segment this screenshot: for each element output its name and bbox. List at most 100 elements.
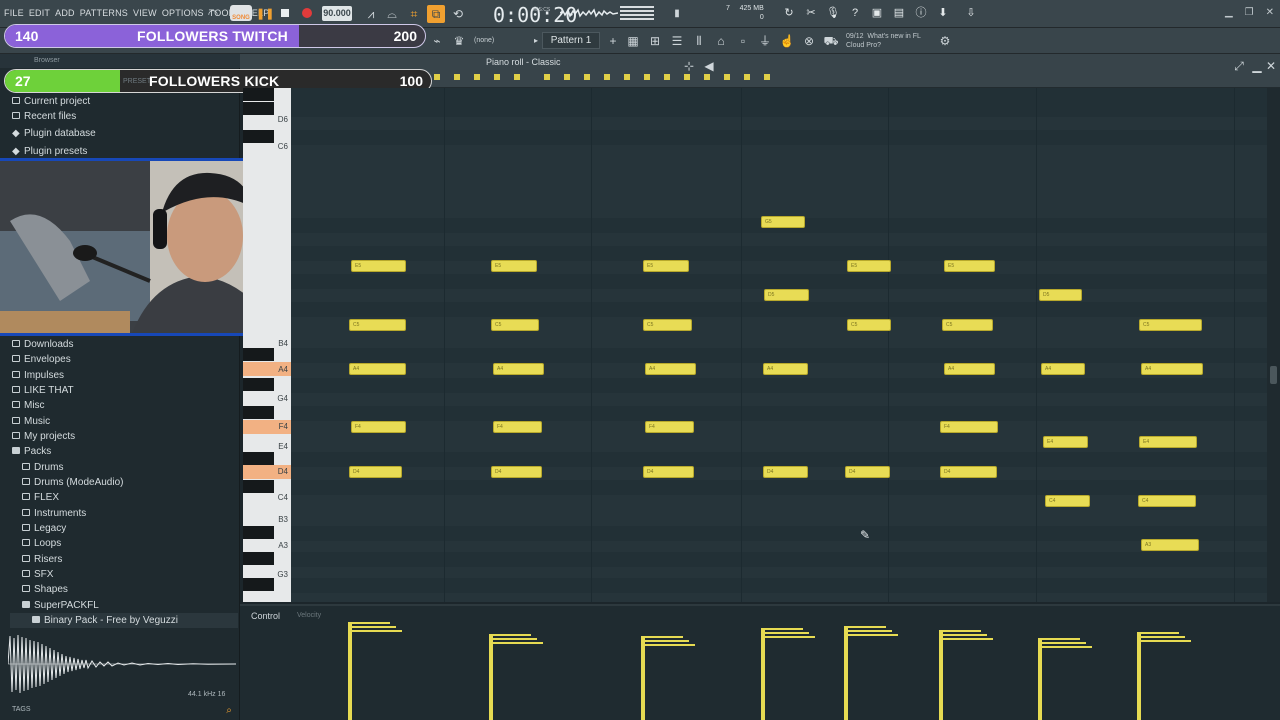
browser-item-loops[interactable]: Loops: [22, 536, 61, 551]
black-key[interactable]: [243, 452, 274, 465]
velocity-bar[interactable]: [939, 630, 943, 720]
browser-item-plugin-presets[interactable]: ◆ Plugin presets: [12, 144, 87, 159]
note-a4[interactable]: A4: [944, 363, 995, 375]
control-lane[interactable]: [240, 604, 1280, 720]
black-key[interactable]: [243, 480, 274, 493]
note-g5[interactable]: G5: [761, 216, 805, 228]
snap-icon[interactable]: ⊹: [680, 57, 698, 75]
browser-item-downloads[interactable]: Downloads: [12, 337, 73, 352]
vertical-scrollbar[interactable]: [1267, 88, 1280, 602]
playlist-icon[interactable]: ▦: [624, 32, 642, 50]
loop-record-icon[interactable]: ⟲: [449, 5, 467, 23]
plugin-icon[interactable]: ⏚: [756, 32, 774, 50]
browser-item-instruments[interactable]: Instruments: [22, 506, 86, 521]
note-a4[interactable]: A4: [1141, 363, 1203, 375]
menu-patterns[interactable]: PATTERNS: [80, 8, 128, 18]
note-d4[interactable]: D4: [845, 466, 890, 478]
pause-button[interactable]: ❚❚: [256, 7, 274, 20]
note-d4[interactable]: D4: [643, 466, 694, 478]
menu-view[interactable]: VIEW: [133, 8, 157, 18]
note-a4[interactable]: A4: [493, 363, 544, 375]
record-button[interactable]: [302, 8, 312, 18]
note-a3[interactable]: A3: [1141, 539, 1199, 551]
note-c4[interactable]: C4: [1138, 495, 1196, 507]
search-icon[interactable]: ⌕: [220, 702, 238, 720]
note-d4[interactable]: D4: [349, 466, 402, 478]
download-icon[interactable]: ⬇: [936, 6, 950, 20]
browser-item-plugin-database[interactable]: ◆ Plugin database: [12, 126, 96, 141]
save-icon[interactable]: ▣: [870, 6, 884, 20]
note-e5[interactable]: E5: [944, 260, 995, 272]
channel-icon[interactable]: ♛: [450, 32, 468, 50]
add-pattern-icon[interactable]: +: [604, 32, 622, 50]
note-e4[interactable]: E4: [1043, 436, 1088, 448]
pattern-selector[interactable]: Pattern 1: [542, 32, 600, 49]
stop-button[interactable]: [281, 9, 289, 17]
browser-item-drums-modeaudio[interactable]: Drums (ModeAudio): [22, 475, 123, 490]
help-icon[interactable]: ?: [848, 6, 862, 20]
browser-item-current-project[interactable]: Current project: [12, 94, 90, 109]
black-key[interactable]: [243, 578, 274, 591]
browser-toggle-icon[interactable]: ⌂: [712, 32, 730, 50]
browser-item-flex[interactable]: FLEX: [22, 490, 59, 505]
velocity-bar[interactable]: [761, 628, 765, 720]
browser-item-like-that[interactable]: LIKE THAT: [12, 383, 74, 398]
piano-roll-icon[interactable]: ⊞: [646, 32, 664, 50]
browser-item-misc[interactable]: Misc: [12, 398, 45, 413]
black-key[interactable]: [243, 526, 274, 539]
browser-item-my-projects[interactable]: My projects: [12, 429, 75, 444]
wait-input-icon[interactable]: ⌓: [383, 5, 401, 23]
pattern-none-label[interactable]: (none): [474, 37, 494, 44]
tags-label[interactable]: TAGS: [12, 706, 31, 713]
velocity-bar[interactable]: [641, 636, 645, 720]
browser-item-recent-files[interactable]: Recent files: [12, 109, 76, 124]
song-mode-toggle[interactable]: SONG: [230, 5, 252, 21]
note-f4[interactable]: F4: [645, 421, 694, 433]
note-a4[interactable]: A4: [1041, 363, 1085, 375]
note-e5[interactable]: E5: [351, 260, 406, 272]
browser-item-music[interactable]: Music: [12, 414, 50, 429]
note-a4[interactable]: A4: [349, 363, 406, 375]
record-macro-icon[interactable]: ⊗: [800, 32, 818, 50]
note-e4[interactable]: E4: [1139, 436, 1197, 448]
velocity-bar[interactable]: [1038, 638, 1042, 720]
browser-item-sfx[interactable]: SFX: [22, 567, 53, 582]
news-settings-icon[interactable]: ⚙: [936, 32, 954, 50]
sample-preview-waveform[interactable]: [8, 632, 236, 696]
hint-icon[interactable]: ◠: [204, 5, 222, 23]
menu-edit[interactable]: EDIT: [29, 8, 50, 18]
detach-icon[interactable]: ⤢: [1230, 57, 1248, 75]
velocity-bar[interactable]: [489, 634, 493, 720]
menu-file[interactable]: FILE: [4, 8, 24, 18]
note-c5[interactable]: C5: [491, 319, 539, 331]
note-d5[interactable]: D5: [764, 289, 809, 301]
touch-icon[interactable]: ☝: [778, 32, 796, 50]
tempo-display[interactable]: 90.000: [322, 6, 352, 21]
export-icon[interactable]: ⇩: [964, 6, 978, 20]
black-key[interactable]: [243, 348, 274, 361]
note-d4[interactable]: D4: [491, 466, 542, 478]
black-key[interactable]: [243, 552, 274, 565]
note-e5[interactable]: E5: [491, 260, 537, 272]
menu-options[interactable]: OPTIONS: [162, 8, 204, 18]
note-c5[interactable]: C5: [643, 319, 692, 331]
close-icon[interactable]: ✕: [1266, 7, 1274, 18]
note-a4[interactable]: A4: [645, 363, 696, 375]
restore-icon[interactable]: ❐: [1245, 7, 1254, 18]
speaker-icon[interactable]: ◀: [700, 57, 718, 75]
browser-item-drums[interactable]: Drums: [22, 460, 63, 475]
piano-roll-grid[interactable]: G5 E5 E5 E5 E5 E5 D5 D5 C5 C5 C5 C5 C5 C5 A4 A4 A4 A4 A4 A4…: [291, 88, 1267, 602]
black-key[interactable]: [243, 102, 274, 115]
piano-keyboard[interactable]: D6 C6 B4 A4 G4 F4 E4 D4 C4 B3 A3 G3: [243, 88, 291, 602]
note-f4[interactable]: F4: [940, 421, 998, 433]
note-c5[interactable]: C5: [847, 319, 891, 331]
note-c5[interactable]: C5: [349, 319, 406, 331]
browser-item-shapes[interactable]: Shapes: [22, 582, 68, 597]
note-c5[interactable]: C5: [1139, 319, 1202, 331]
black-key[interactable]: [243, 406, 274, 419]
black-key[interactable]: [243, 130, 274, 143]
note-e5[interactable]: E5: [847, 260, 891, 272]
menu-add[interactable]: ADD: [55, 8, 75, 18]
browser-item-packs[interactable]: Packs: [12, 444, 51, 459]
piano-roll-title[interactable]: Piano roll - Classic: [486, 57, 561, 67]
